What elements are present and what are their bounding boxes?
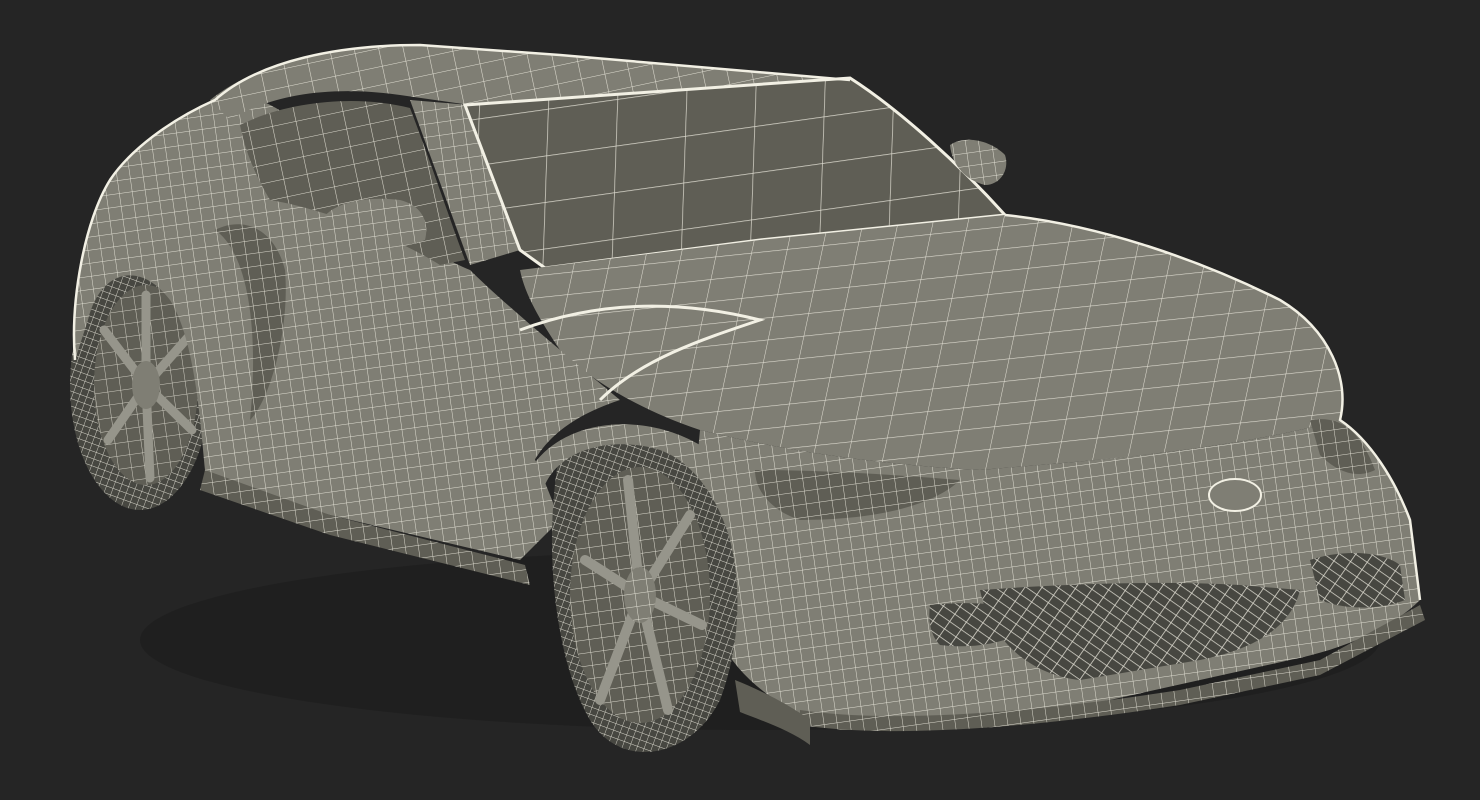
car-wireframe-render bbox=[0, 0, 1480, 800]
render-viewport bbox=[0, 0, 1480, 800]
